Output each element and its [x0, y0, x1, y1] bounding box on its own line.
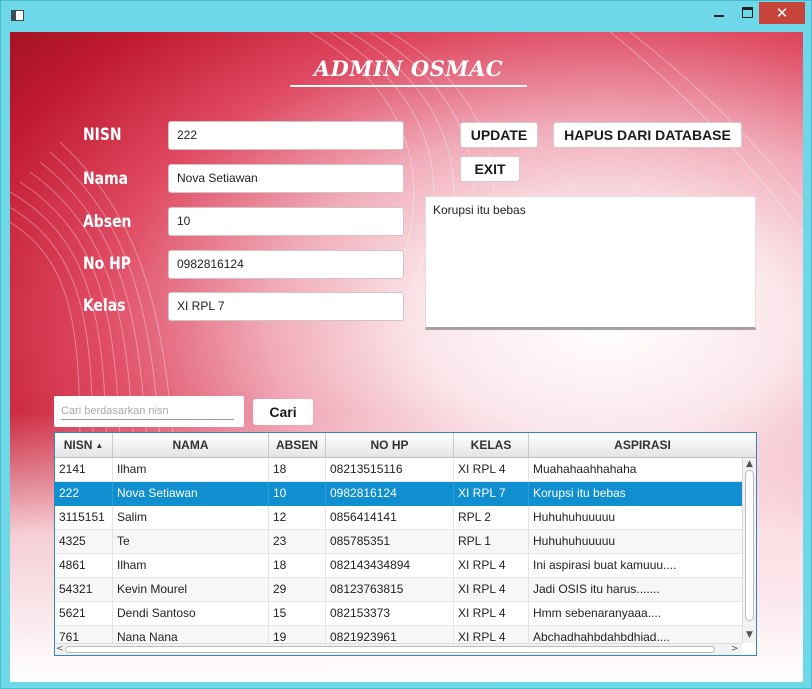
update-button[interactable]: UPDATE — [460, 122, 538, 148]
data-table[interactable]: NISN ▲ NAMA ABSEN NO HP KELAS ASPIRASI 21… — [54, 432, 757, 656]
cell-absen: 23 — [269, 530, 326, 553]
horizontal-scrollbar[interactable]: < > — [55, 643, 742, 655]
cell-kelas: RPL 2 — [454, 506, 529, 529]
title-bar[interactable]: ✕ — [1, 1, 811, 31]
title-underline — [290, 85, 527, 87]
absen-field[interactable]: 10 — [168, 207, 404, 236]
cell-absen: 18 — [269, 554, 326, 577]
no-hp-field[interactable]: 0982816124 — [168, 250, 404, 279]
cell-absen: 10 — [269, 482, 326, 505]
app-window-icon — [11, 10, 24, 21]
cell-no-hp: 08213515116 — [326, 458, 454, 481]
cell-absen: 12 — [269, 506, 326, 529]
cell-no-hp: 0856414141 — [326, 506, 454, 529]
page-title: ADMIN OSMAC — [313, 56, 504, 81]
column-header-nama[interactable]: NAMA — [113, 433, 269, 457]
column-header-kelas[interactable]: KELAS — [454, 433, 529, 457]
exit-button[interactable]: EXIT — [460, 156, 520, 182]
column-header-no-hp[interactable]: NO HP — [326, 433, 454, 457]
close-button[interactable]: ✕ — [759, 2, 805, 24]
cell-kelas: XI RPL 4 — [454, 554, 529, 577]
cell-nisn: 2141 — [55, 458, 113, 481]
cell-aspirasi: Korupsi itu bebas — [533, 486, 626, 500]
scroll-down-icon[interactable]: ▼ — [745, 630, 754, 640]
cell-kelas: XI RPL 4 — [454, 458, 529, 481]
cell-nama: Te — [113, 530, 269, 553]
cell-aspirasi: Hmm sebenaranyaaa.... — [533, 606, 662, 620]
cell-nisn: 3115151 — [55, 506, 113, 529]
table-row-selected[interactable]: 222 Nova Setiawan 10 0982816124 XI RPL 7… — [55, 482, 742, 506]
table-row[interactable]: 3115151 Salim 12 0856414141 RPL 2 Huhuhu… — [55, 506, 742, 530]
cell-absen: 18 — [269, 458, 326, 481]
search-input[interactable]: Cari berdasarkan nisn — [61, 403, 234, 420]
close-icon: ✕ — [775, 4, 789, 22]
cell-aspirasi: Muahahaahhahaha — [533, 462, 637, 476]
cell-nisn: 222 — [55, 482, 113, 505]
maximize-button[interactable] — [734, 2, 760, 24]
absen-label: Absen — [83, 212, 132, 232]
cell-nisn: 5621 — [55, 602, 113, 625]
sort-ascending-icon: ▲ — [95, 441, 104, 450]
horizontal-scroll-thumb[interactable] — [65, 646, 715, 653]
vertical-scroll-thumb[interactable] — [745, 470, 754, 621]
nisn-label: NISN — [83, 125, 122, 145]
cell-nama: Salim — [113, 506, 269, 529]
no-hp-label: No HP — [83, 254, 131, 274]
cell-kelas: XI RPL 4 — [454, 578, 529, 601]
cell-no-hp: 08123763815 — [326, 578, 454, 601]
nama-field[interactable]: Nova Setiawan — [168, 164, 404, 193]
search-box[interactable]: Cari berdasarkan nisn — [54, 396, 244, 427]
scroll-up-icon[interactable]: ▲ — [745, 459, 754, 469]
hapus-dari-database-button[interactable]: HAPUS DARI DATABASE — [553, 122, 742, 148]
cell-no-hp: 082143434894 — [326, 554, 454, 577]
cari-button[interactable]: Cari — [253, 399, 313, 425]
cell-no-hp: 085785351 — [326, 530, 454, 553]
cell-nisn: 54321 — [55, 578, 113, 601]
vertical-scrollbar[interactable]: ▲ ▼ — [742, 458, 756, 643]
kelas-label: Kelas — [83, 296, 126, 316]
column-header-nisn[interactable]: NISN ▲ — [55, 433, 113, 457]
aspirasi-textarea[interactable]: Korupsi itu bebas — [425, 196, 756, 330]
cell-no-hp: 082153373 — [326, 602, 454, 625]
table-header: NISN ▲ NAMA ABSEN NO HP KELAS ASPIRASI — [55, 433, 756, 458]
cell-aspirasi: Jadi OSIS itu harus....... — [533, 582, 660, 596]
cell-nama: Ilham — [113, 458, 269, 481]
table-row[interactable]: 54321 Kevin Mourel 29 08123763815 XI RPL… — [55, 578, 742, 602]
cell-aspirasi: Huhuhuhuuuuu — [533, 534, 616, 548]
nama-label: Nama — [83, 169, 129, 189]
cell-nama: Dendi Santoso — [113, 602, 269, 625]
scroll-right-icon[interactable]: > — [731, 644, 739, 655]
scroll-left-icon[interactable]: < — [56, 644, 64, 655]
table-row[interactable]: 4861 Ilham 18 082143434894 XI RPL 4 Ini … — [55, 554, 742, 578]
kelas-field[interactable]: XI RPL 7 — [168, 292, 404, 321]
table-row[interactable]: 5621 Dendi Santoso 15 082153373 XI RPL 4… — [55, 602, 742, 626]
table-row[interactable]: 4325 Te 23 085785351 RPL 1 Huhuhuhuuuuu — [55, 530, 742, 554]
application-window: ✕ ADMIN OSMAC NISN Nama Absen No HP Kela… — [0, 0, 812, 689]
cell-nama: Kevin Mourel — [113, 578, 269, 601]
minimize-button[interactable] — [706, 2, 732, 24]
cell-kelas: XI RPL 4 — [454, 602, 529, 625]
admin-panel: ADMIN OSMAC NISN Nama Absen No HP Kelas … — [10, 32, 803, 682]
cell-nama: Ilham — [113, 554, 269, 577]
cell-nisn: 4325 — [55, 530, 113, 553]
minimize-icon — [714, 14, 724, 17]
column-header-absen[interactable]: ABSEN — [269, 433, 326, 457]
column-header-aspirasi[interactable]: ASPIRASI — [529, 433, 756, 457]
cell-absen: 29 — [269, 578, 326, 601]
cell-nisn: 4861 — [55, 554, 113, 577]
cell-no-hp: 0982816124 — [326, 482, 454, 505]
cell-nama: Nova Setiawan — [113, 482, 269, 505]
cell-kelas: RPL 1 — [454, 530, 529, 553]
cell-absen: 15 — [269, 602, 326, 625]
cell-aspirasi: Ini aspirasi buat kamuuu.... — [533, 558, 677, 572]
cell-aspirasi: Huhuhuhuuuuu — [533, 510, 616, 524]
nisn-field[interactable]: 222 — [168, 121, 404, 150]
cell-kelas: XI RPL 7 — [454, 482, 529, 505]
maximize-icon — [741, 7, 753, 18]
table-row[interactable]: 2141 Ilham 18 08213515116 XI RPL 4 Muaha… — [55, 458, 742, 482]
